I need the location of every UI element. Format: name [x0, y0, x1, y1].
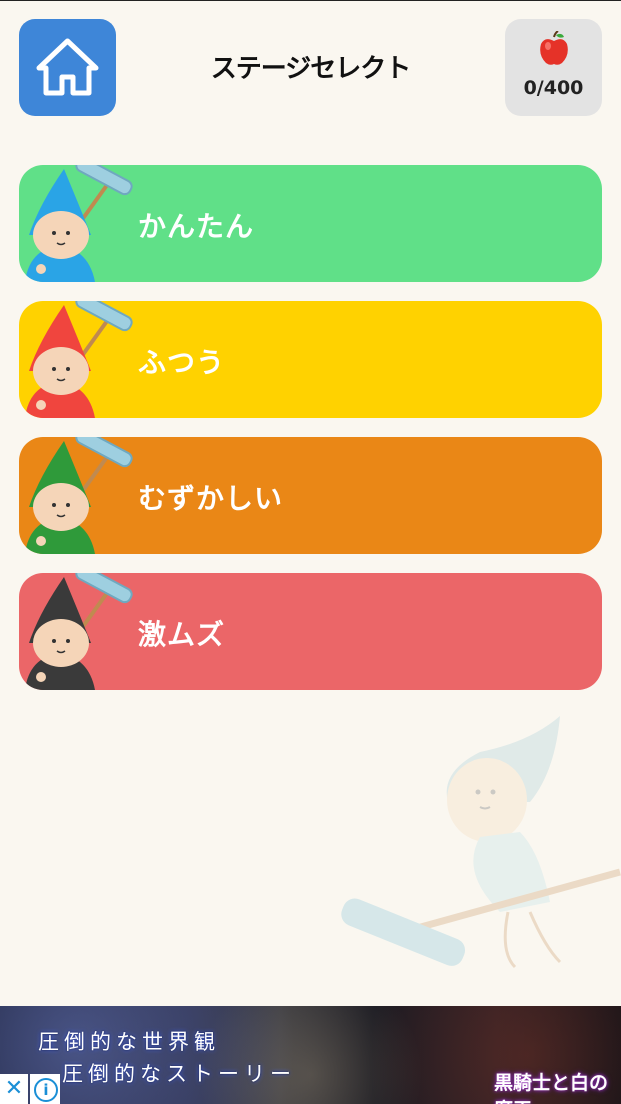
gnome-character-icon [25, 573, 133, 690]
ad-headline-1: 圧倒的な世界観 [38, 1030, 220, 1054]
info-icon[interactable]: i [30, 1074, 60, 1104]
gnome-character-icon [25, 165, 133, 282]
score-text: 0/400 [523, 77, 584, 99]
level-label-expert: 激ムズ [138, 618, 226, 651]
gnome-character-icon [25, 437, 133, 554]
level-button-normal[interactable]: ふつう [19, 301, 602, 418]
page-title: ステージセレクト [210, 54, 411, 84]
level-label-normal: ふつう [138, 346, 226, 379]
level-button-expert[interactable]: 激ムズ [19, 573, 602, 690]
background-character-illustration [341, 716, 621, 969]
ad-logo: 黒騎士と白の魔王 [494, 1072, 609, 1104]
ad-banner[interactable]: 圧倒的な世界観 圧倒的なストーリー 黒騎士と白の魔王 [0, 1006, 621, 1104]
ad-headline-2: 圧倒的なストーリー [62, 1062, 296, 1086]
close-icon[interactable]: ✕ [0, 1074, 28, 1104]
apple-icon [540, 31, 568, 65]
level-label-hard: むずかしい [138, 482, 284, 515]
home-button[interactable] [19, 19, 116, 116]
level-button-hard[interactable]: むずかしい [19, 437, 602, 554]
top-border [0, 0, 621, 1]
score-box: 0/400 [505, 19, 602, 116]
home-icon [36, 38, 99, 96]
level-label-easy: かんたん [138, 210, 255, 243]
gnome-character-icon [25, 301, 133, 418]
level-button-easy[interactable]: かんたん [19, 165, 602, 282]
